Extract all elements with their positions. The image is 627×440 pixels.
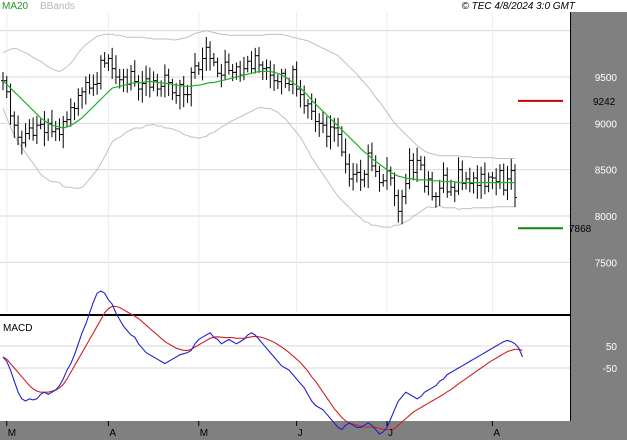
macd-tick-label: -50 (603, 364, 618, 375)
legend-bbands-label: BBands (40, 1, 75, 12)
price-tick-label: 9500 (595, 73, 618, 84)
bottom-axis-bar (0, 421, 571, 440)
price-tick-label: 8500 (595, 166, 618, 177)
resistance-label: 9242 (593, 97, 616, 108)
x-tick-label: M (8, 428, 16, 439)
price-tick-label: 7500 (595, 258, 618, 269)
macd-tick-label: 50 (606, 342, 618, 353)
chart-canvas: 7500 8000 8500 9000 9500 50 -50 M A M J J A MA20 BB… (0, 1, 627, 440)
x-tick-label: A (109, 428, 116, 439)
price-tick-label: 8000 (595, 212, 618, 223)
x-tick-label: M (200, 428, 208, 439)
macd-panel (0, 317, 570, 421)
legend-ma20-label: MA20 (2, 1, 29, 12)
macd-title: MACD (3, 323, 32, 334)
x-tick-label: J (298, 428, 303, 439)
copyright-label: © TEC 4/8/2024 3:0 GMT (461, 1, 575, 12)
x-tick-label: J (388, 428, 393, 439)
x-tick-label: A (493, 428, 500, 439)
price-tick-label: 9000 (595, 119, 618, 130)
support-label: 7868 (569, 224, 592, 235)
